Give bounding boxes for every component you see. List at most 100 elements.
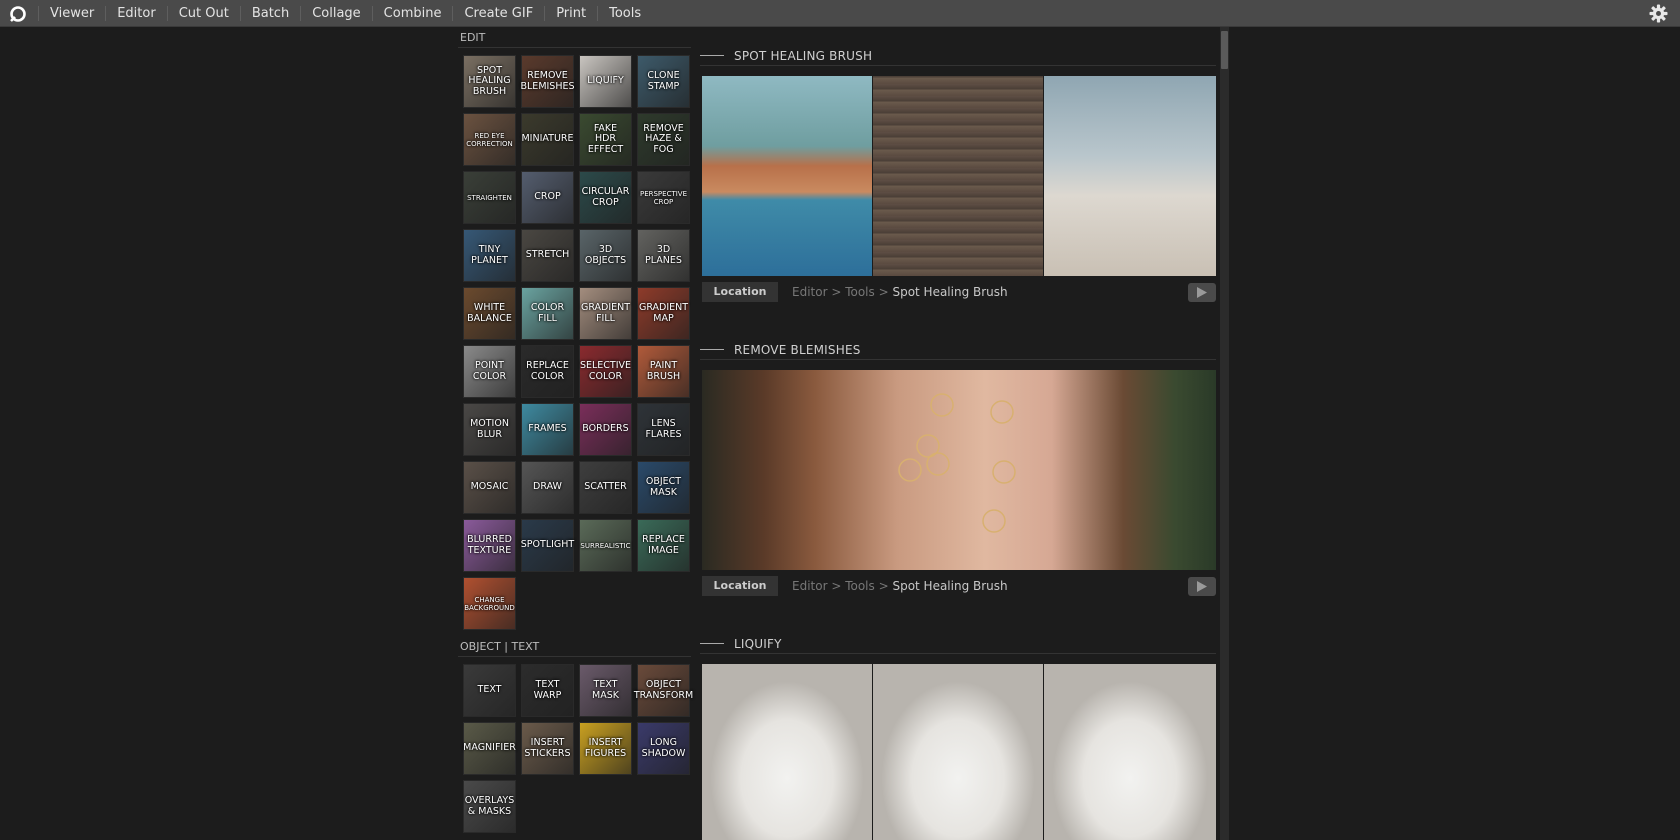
- tool-tile-label: 3D PLANES: [645, 244, 682, 266]
- tool-tile[interactable]: DRAW: [521, 461, 574, 514]
- section-dash: [700, 349, 724, 350]
- preview-image-fox-3: [1044, 664, 1216, 840]
- tool-tile-label: LENS FLARES: [645, 418, 682, 440]
- tool-tile[interactable]: SELECTIVE COLOR: [579, 345, 632, 398]
- tool-tile[interactable]: FRAMES: [521, 403, 574, 456]
- nav-tools[interactable]: Tools: [597, 6, 652, 21]
- tool-tile[interactable]: BLURRED TEXTURE: [463, 519, 516, 572]
- tool-tile[interactable]: MAGNIFIER: [463, 722, 516, 775]
- tool-tile-label: CIRCULAR CROP: [581, 186, 630, 208]
- tool-tile[interactable]: LENS FLARES: [637, 403, 690, 456]
- tool-tile[interactable]: PERSPECTIVE CROP: [637, 171, 690, 224]
- tools-panel: EDIT SPOT HEALING BRUSH REMOVE BLEMISHES L…: [458, 27, 693, 833]
- tool-tile-label: INSERT FIGURES: [584, 737, 627, 759]
- tool-tile[interactable]: GRADIENT MAP: [637, 287, 690, 340]
- tool-tile[interactable]: LIQUIFY: [579, 55, 632, 108]
- nav-create-gif[interactable]: Create GIF: [452, 6, 544, 21]
- tool-tile[interactable]: REMOVE BLEMISHES: [520, 55, 575, 108]
- object-text-section-label: OBJECT | TEXT: [458, 636, 691, 657]
- section-title: LIQUIFY: [734, 636, 782, 651]
- tool-tile[interactable]: WHITE BALANCE: [463, 287, 516, 340]
- tool-tile[interactable]: SPOT HEALING BRUSH: [463, 55, 516, 108]
- tool-tile[interactable]: CHANGE BACKGROUND: [463, 577, 516, 630]
- tool-tile[interactable]: GRADIENT FILL: [579, 287, 632, 340]
- edit-section-label: EDIT: [458, 27, 691, 48]
- section-header-remove-blemishes: REMOVE BLEMISHES: [700, 340, 1216, 360]
- nav-collage[interactable]: Collage: [300, 6, 371, 21]
- top-menu-bar: Viewer Editor Cut Out Batch Collage Comb…: [0, 0, 1680, 27]
- tool-tile[interactable]: REPLACE COLOR: [521, 345, 574, 398]
- preview-image-face: [702, 370, 1216, 570]
- tool-tile[interactable]: REMOVE HAZE & FOG: [637, 113, 690, 166]
- tool-tile-label: SPOTLIGHT: [520, 539, 575, 551]
- nav-viewer[interactable]: Viewer: [38, 6, 105, 21]
- tool-tile[interactable]: POINT COLOR: [463, 345, 516, 398]
- tool-tile[interactable]: STRETCH: [521, 229, 574, 282]
- tool-tile-label: OVERLAYS & MASKS: [464, 795, 515, 817]
- tool-tile[interactable]: TINY PLANET: [463, 229, 516, 282]
- location-button[interactable]: Location: [702, 282, 778, 302]
- tool-tile[interactable]: TEXT: [463, 664, 516, 717]
- tool-tile[interactable]: BORDERS: [579, 403, 632, 456]
- tool-tile-label: 3D OBJECTS: [584, 244, 627, 266]
- tool-tile[interactable]: MOSAIC: [463, 461, 516, 514]
- tool-tile-label: CROP: [534, 191, 561, 203]
- play-video-button[interactable]: [1188, 577, 1216, 596]
- tool-tile[interactable]: SURREALISTIC: [579, 519, 632, 572]
- tool-tile-label: INSERT STICKERS: [524, 737, 571, 759]
- scrollbar-thumb[interactable]: [1221, 31, 1228, 69]
- tool-tile[interactable]: FAKE HDR EFFECT: [579, 113, 632, 166]
- tool-tile[interactable]: INSERT FIGURES: [579, 722, 632, 775]
- nav-cut-out[interactable]: Cut Out: [166, 6, 240, 21]
- tool-tile-label: FRAMES: [528, 423, 567, 435]
- tool-tile[interactable]: LONG SHADOW: [637, 722, 690, 775]
- vertical-scrollbar[interactable]: [1220, 27, 1229, 840]
- tool-tile[interactable]: SPOTLIGHT: [521, 519, 574, 572]
- app-logo-icon[interactable]: [9, 5, 27, 23]
- spot-healing-images: [702, 76, 1216, 276]
- tool-tile-label: MAGNIFIER: [463, 742, 516, 754]
- nav-print[interactable]: Print: [544, 6, 597, 21]
- tool-tile-label: WHITE BALANCE: [467, 302, 512, 324]
- tool-tile[interactable]: CROP: [521, 171, 574, 224]
- tool-tile[interactable]: OVERLAYS & MASKS: [463, 780, 516, 833]
- breadcrumb-item[interactable]: Editor: [792, 285, 828, 299]
- tool-tile-label: POINT COLOR: [472, 360, 507, 382]
- tool-tile[interactable]: CLONE STAMP: [637, 55, 690, 108]
- nav-editor[interactable]: Editor: [105, 6, 166, 21]
- tool-tile[interactable]: REPLACE IMAGE: [637, 519, 690, 572]
- tool-tile[interactable]: SCATTER: [579, 461, 632, 514]
- tool-tile[interactable]: PAINT BRUSH: [637, 345, 690, 398]
- breadcrumb-item[interactable]: Tools: [845, 579, 875, 593]
- tool-tile-label: REMOVE BLEMISHES: [520, 70, 575, 92]
- tool-tile-label: BLURRED TEXTURE: [467, 534, 512, 556]
- gear-icon[interactable]: [1649, 4, 1668, 23]
- tool-tile[interactable]: OBJECT TRANSFORM: [634, 664, 693, 717]
- tool-tile-label: PERSPECTIVE CROP: [639, 189, 688, 206]
- play-icon: [1197, 581, 1207, 592]
- location-button[interactable]: Location: [702, 576, 778, 596]
- tool-tile[interactable]: RED EYE CORRECTION: [463, 113, 516, 166]
- remove-blemishes-images: [702, 370, 1216, 570]
- breadcrumb-item[interactable]: Editor: [792, 579, 828, 593]
- tool-tile[interactable]: COLOR FILL: [521, 287, 574, 340]
- tool-tile[interactable]: INSERT STICKERS: [521, 722, 574, 775]
- tool-tile[interactable]: 3D PLANES: [637, 229, 690, 282]
- tool-tile[interactable]: CIRCULAR CROP: [579, 171, 632, 224]
- tool-tile[interactable]: STRAIGHTEN: [463, 171, 516, 224]
- tool-tile-label: GRADIENT FILL: [580, 302, 631, 324]
- tool-tile[interactable]: TEXT MASK: [579, 664, 632, 717]
- tool-tile[interactable]: OBJECT MASK: [637, 461, 690, 514]
- tool-tile-label: TEXT WARP: [533, 679, 562, 701]
- tool-tile[interactable]: MINIATURE: [521, 113, 574, 166]
- play-video-button[interactable]: [1188, 283, 1216, 302]
- location-bar: Location Editor > Tools > Spot Healing B…: [702, 280, 1216, 304]
- preview-image-brick-wall: [873, 76, 1043, 276]
- breadcrumb-item[interactable]: Tools: [845, 285, 875, 299]
- nav-batch[interactable]: Batch: [239, 6, 300, 21]
- tool-tile[interactable]: MOTION BLUR: [463, 403, 516, 456]
- tool-tile[interactable]: TEXT WARP: [521, 664, 574, 717]
- nav-combine[interactable]: Combine: [371, 6, 453, 21]
- tool-tile[interactable]: 3D OBJECTS: [579, 229, 632, 282]
- tool-tile-label: TEXT: [477, 684, 502, 696]
